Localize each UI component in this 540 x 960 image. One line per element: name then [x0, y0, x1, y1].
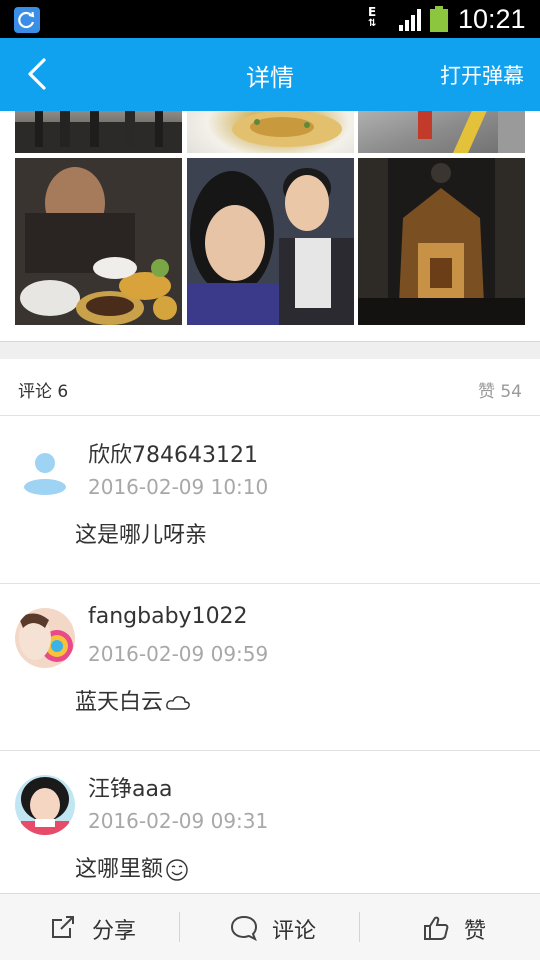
- comment-item[interactable]: fangbaby1022 2016-02-09 09:59 蓝天白云: [0, 584, 540, 751]
- comment-author[interactable]: 欣欣784643121: [88, 437, 258, 469]
- thumbs-up-icon: [424, 916, 449, 940]
- selfie-photo[interactable]: [187, 158, 354, 325]
- photo-grid: [0, 111, 540, 341]
- road-photo[interactable]: [358, 111, 525, 153]
- top-nav-bar: 详情 打开弹幕: [0, 38, 540, 111]
- like-button[interactable]: 赞: [360, 894, 540, 960]
- comment-time: 2016-02-09 09:31: [88, 809, 269, 833]
- food-plate-photo[interactable]: [187, 111, 354, 153]
- comment-item[interactable]: 欣欣784643121 2016-02-09 10:10 这是哪儿呀亲: [0, 417, 540, 584]
- like-label: 赞: [464, 919, 487, 944]
- comment-text: 这是哪儿呀亲: [75, 523, 208, 548]
- street-photo[interactable]: [15, 111, 182, 153]
- share-label: 分享: [92, 919, 137, 944]
- likes-count-label[interactable]: 赞 54: [478, 377, 522, 402]
- dinner-photo[interactable]: [15, 158, 182, 325]
- comment-button[interactable]: 评论: [180, 894, 360, 960]
- battery-icon: [430, 6, 448, 32]
- refresh-icon: [14, 7, 40, 33]
- comment-author[interactable]: 汪铮aaa: [88, 771, 172, 803]
- smile-icon: [166, 859, 188, 881]
- user-avatar-girl[interactable]: [15, 775, 75, 835]
- comments-header: 评论 6 赞 54: [0, 359, 540, 416]
- bottom-action-bar: 分享 评论 赞: [0, 893, 540, 960]
- section-divider: [0, 341, 540, 359]
- comment-author[interactable]: fangbaby1022: [88, 604, 248, 629]
- network-type-indicator: E ⇅: [368, 5, 377, 29]
- comment-time: 2016-02-09 10:10: [88, 475, 269, 499]
- default-user-icon[interactable]: [15, 441, 75, 501]
- clock: 10:21: [458, 4, 526, 34]
- cloud-icon: [166, 696, 190, 710]
- share-icon: [52, 916, 74, 938]
- signal-bars-icon: [399, 9, 421, 31]
- open-danmaku-button[interactable]: 打开弹幕: [440, 60, 524, 90]
- comment-label: 评论: [272, 919, 317, 944]
- user-avatar-lollipop[interactable]: [15, 608, 75, 668]
- comments-count-label: 评论 6: [18, 382, 69, 402]
- comment-time: 2016-02-09 09:59: [88, 642, 269, 666]
- comment-text: 这哪里额: [75, 851, 189, 883]
- status-bar: E ⇅ 10:21: [0, 0, 540, 38]
- comment-bubble-icon: [230, 915, 258, 942]
- comment-text: 蓝天白云: [75, 684, 191, 716]
- cathedral-photo[interactable]: [358, 158, 525, 325]
- share-button[interactable]: 分享: [0, 894, 180, 960]
